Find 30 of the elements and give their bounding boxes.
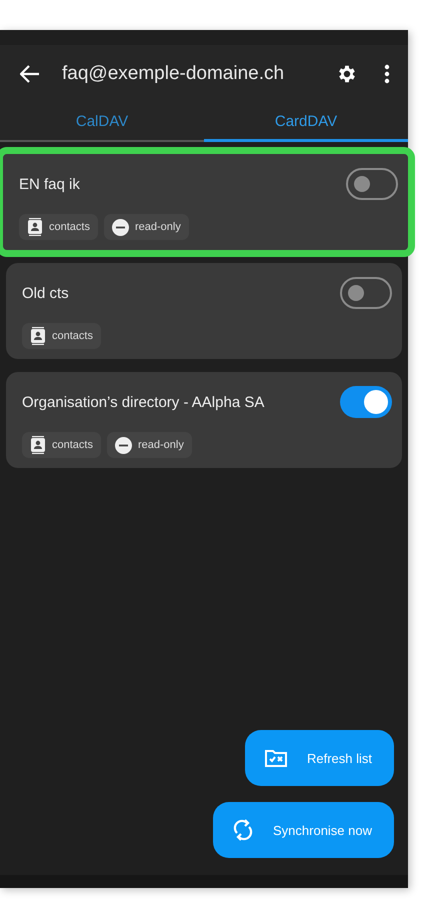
tag-label: contacts: [52, 439, 93, 451]
more-vertical-icon: [384, 64, 390, 84]
collection-card[interactable]: EN faq ik contacts read-only: [3, 154, 408, 250]
contact-card-icon: [27, 218, 43, 236]
back-arrow-icon: [20, 65, 40, 83]
collection-card[interactable]: Organisation’s directory - AAlpha SA contacts read-only: [6, 372, 402, 468]
tag-label: read-only: [134, 221, 181, 233]
folder-check-icon: [264, 749, 287, 767]
tag-label: contacts: [52, 330, 93, 342]
action-button[interactable]: Synchronise now: [213, 802, 394, 858]
action-button[interactable]: Refresh list: [244, 730, 394, 786]
tab[interactable]: CalDAV: [0, 103, 204, 142]
toggle-switch[interactable]: [340, 386, 392, 418]
collection-card[interactable]: Old cts contacts: [6, 263, 402, 359]
action-label: Synchronise now: [273, 822, 372, 838]
collection-name: Old cts: [22, 284, 69, 302]
tag-label: read-only: [138, 439, 184, 451]
collection-name: EN faq ik: [19, 176, 80, 192]
collection-name: Organisation’s directory - AAlpha SA: [22, 394, 264, 410]
account-title: faq@exemple-domaine.ch: [62, 63, 286, 85]
minus-circle-icon: [112, 218, 129, 236]
contact-card-icon: [30, 436, 46, 454]
action-label: Refresh list: [306, 750, 372, 766]
tab[interactable]: CardDAV: [204, 103, 408, 142]
tag-label: contacts: [49, 221, 90, 233]
minus-circle-icon: [114, 436, 132, 454]
contact-card-icon: [30, 327, 46, 345]
sync-icon: [233, 819, 253, 841]
toggle-switch[interactable]: [340, 277, 392, 309]
toggle-switch[interactable]: [346, 168, 398, 200]
